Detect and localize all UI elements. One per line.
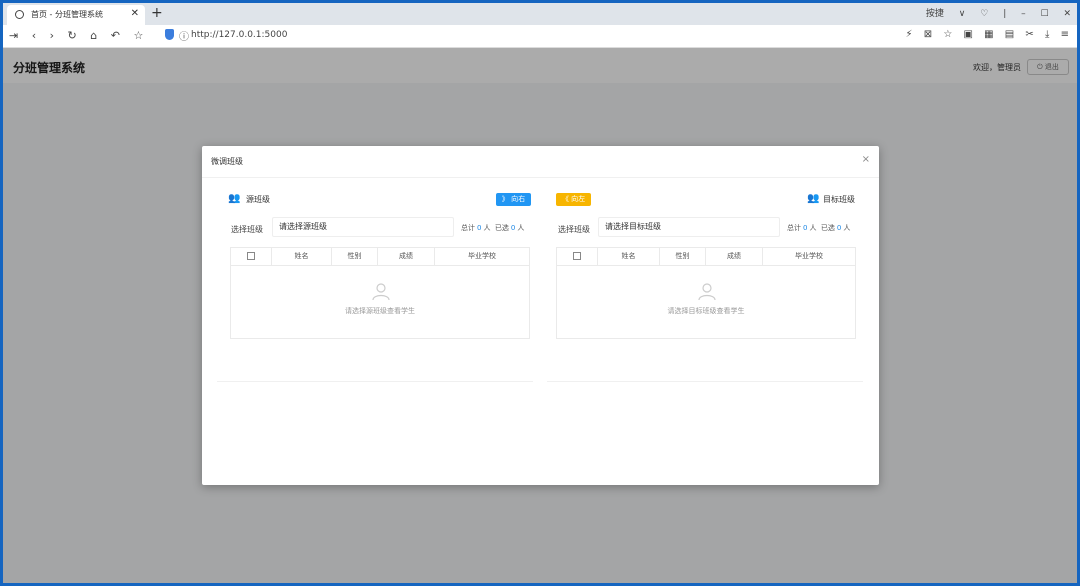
back-button[interactable]: ‹ (32, 29, 36, 42)
browser-tab[interactable]: 首页 - 分班管理系统 ✕ (7, 5, 145, 25)
url-text[interactable]: http://127.0.0.1:5000 (191, 30, 287, 40)
info-icon[interactable]: ⓘ (179, 28, 189, 43)
tab-title: 首页 - 分班管理系统 (31, 10, 103, 19)
select-all-cell (231, 248, 272, 265)
select-class-label: 选择班级 (231, 225, 263, 234)
modal-title: 微调班级 (211, 157, 243, 166)
close-tab-icon[interactable]: ✕ (131, 8, 139, 19)
shield-icon (165, 29, 174, 40)
target-class-select[interactable]: 请选择目标班级 (598, 217, 780, 237)
source-panel: 👥 源班级 》 向右 选择班级 请选择源班级 总计 0 人 已选 0 人 姓名 性别 成… (217, 183, 533, 382)
col-name[interactable]: 姓名 (272, 248, 332, 265)
undo-button[interactable]: ↶ (111, 29, 120, 42)
collection-icon[interactable]: ▣ (964, 29, 973, 40)
favorites-button[interactable]: ☆ (133, 29, 143, 42)
window-controls: 按捷 ∨ ♡ | – ☐ ✕ (914, 6, 1071, 19)
users-icon: 👥 (807, 193, 820, 204)
unit: 人 (809, 224, 817, 232)
target-label: 目标班级 (823, 195, 855, 204)
source-counts: 总计 0 人 已选 0 人 (461, 223, 524, 233)
adjust-class-modal: 微调班级 × 👥 源班级 》 向右 选择班级 请选择源班级 总计 0 人 已选 0 人 … (202, 146, 879, 485)
selected-value: 0 (510, 224, 516, 232)
url-bar[interactable]: ⓘ http://127.0.0.1:5000 (163, 28, 883, 43)
new-tab-button[interactable]: + (151, 5, 163, 21)
col-gender[interactable]: 性别 (332, 248, 378, 265)
source-student-table: 姓名 性别 成绩 毕业学校 请选择源班级查看学生 (230, 247, 530, 339)
unit: 人 (843, 224, 851, 232)
select-all-cell (557, 248, 598, 265)
forward-button[interactable]: › (50, 29, 54, 42)
col-name[interactable]: 姓名 (598, 248, 660, 265)
col-gender[interactable]: 性别 (660, 248, 706, 265)
divider: | (1003, 9, 1007, 19)
empty-message: 请选择目标班级查看学生 (667, 307, 745, 315)
table-header: 姓名 性别 成绩 毕业学校 (231, 248, 529, 266)
select-all-checkbox[interactable] (573, 252, 581, 260)
minimize-button[interactable]: – (1021, 9, 1026, 19)
col-score[interactable]: 成绩 (378, 248, 435, 265)
source-class-select[interactable]: 请选择源班级 (272, 217, 454, 237)
empty-message: 请选择源班级查看学生 (345, 307, 415, 315)
unit: 人 (517, 224, 525, 232)
browser-window: 首页 - 分班管理系统 ✕ + 按捷 ∨ ♡ | – ☐ ✕ ⇥ ‹ › ↻ ⌂… (3, 3, 1077, 583)
sidebar-toggle-icon[interactable]: ⇥ (9, 29, 18, 42)
maximize-button[interactable]: ☐ (1041, 9, 1049, 19)
star-icon[interactable]: ☆ (943, 29, 952, 40)
chevron-down-icon[interactable]: ∨ (959, 9, 966, 19)
target-panel: 《 向左 👥 目标班级 选择班级 请选择目标班级 总计 0 人 已选 0 人 姓名 性别… (547, 183, 863, 382)
divider (547, 381, 863, 382)
target-counts: 总计 0 人 已选 0 人 (787, 223, 850, 233)
divider (217, 381, 533, 382)
source-label: 源班级 (246, 195, 270, 204)
select-class-label: 选择班级 (558, 225, 590, 234)
col-school[interactable]: 毕业学校 (435, 248, 529, 265)
empty-user-icon (372, 283, 390, 301)
tab-strip: 首页 - 分班管理系统 ✕ + 按捷 ∨ ♡ | – ☐ ✕ (3, 3, 1077, 25)
selected-label: 已选 (820, 224, 835, 232)
scissors-icon[interactable]: ✂ (1025, 29, 1033, 40)
address-toolbar: ⇥ ‹ › ↻ ⌂ ↶ ☆ ⓘ http://127.0.0.1:5000 ⚡ … (3, 25, 1077, 48)
unit: 人 (483, 224, 491, 232)
col-school[interactable]: 毕业学校 (763, 248, 855, 265)
home-button[interactable]: ⌂ (90, 29, 97, 42)
divider (202, 177, 879, 178)
empty-user-icon (698, 283, 716, 301)
selected-value: 0 (836, 224, 842, 232)
nav-buttons: ⇥ ‹ › ↻ ⌂ ↶ ☆ (9, 29, 153, 42)
total-label: 总计 (461, 224, 475, 232)
globe-icon (15, 10, 24, 19)
selected-label: 已选 (494, 224, 509, 232)
right-toolbar: ⚡ ⊠ ☆ ▣ ▦ ▤ ✂ ⤓ ≡ (898, 29, 1069, 40)
users-icon: 👥 (228, 193, 241, 204)
shirt-icon[interactable]: ♡ (980, 9, 988, 19)
table-header: 姓名 性别 成绩 毕业学校 (557, 248, 855, 266)
select-all-checkbox[interactable] (247, 252, 255, 260)
grid-icon[interactable]: ▦ (984, 29, 993, 40)
reload-button[interactable]: ↻ (68, 29, 77, 42)
lightning-icon[interactable]: ⚡ (906, 29, 913, 40)
move-right-button[interactable]: 》 向右 (496, 193, 531, 206)
screenshot-icon[interactable]: ⊠ (924, 29, 932, 40)
menu-icon[interactable]: ≡ (1061, 29, 1069, 40)
account-label[interactable]: 按捷 (926, 6, 944, 19)
total-value: 0 (803, 224, 808, 232)
close-window-button[interactable]: ✕ (1063, 9, 1071, 19)
col-score[interactable]: 成绩 (706, 248, 763, 265)
total-label: 总计 (787, 224, 801, 232)
move-left-button[interactable]: 《 向左 (556, 193, 591, 206)
translate-icon[interactable]: ▤ (1005, 29, 1014, 40)
close-icon[interactable]: × (862, 154, 870, 165)
total-value: 0 (477, 224, 482, 232)
download-icon[interactable]: ⤓ (1045, 29, 1049, 40)
target-student-table: 姓名 性别 成绩 毕业学校 请选择目标班级查看学生 (556, 247, 856, 339)
